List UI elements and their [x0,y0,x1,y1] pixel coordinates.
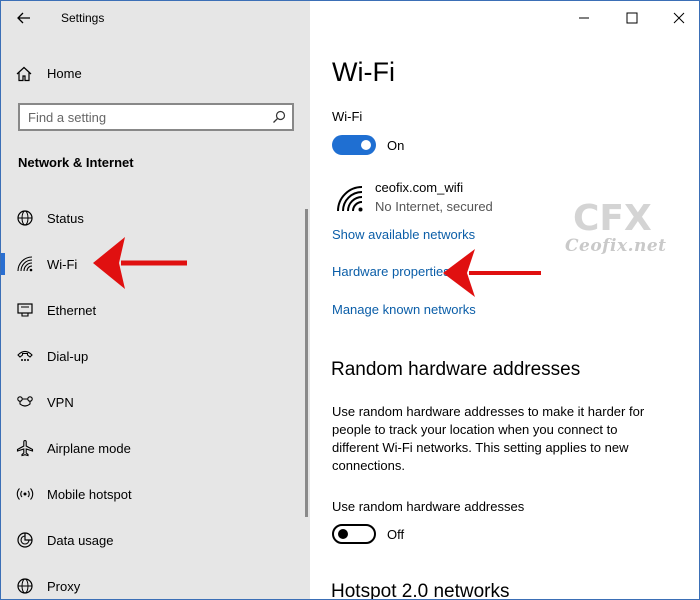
hotspot-heading: Hotspot 2.0 networks [331,581,510,600]
airplane-icon [16,439,34,457]
section-heading: Network & Internet [18,155,134,170]
wifi-signal-icon [337,186,363,212]
red-arrow-hardware-annotation [443,249,541,297]
settings-window: Settings Home Network & Internet Status [0,0,700,600]
random-hw-heading: Random hardware addresses [331,359,581,380]
sidebar-item-label: Mobile hotspot [47,487,132,502]
hardware-properties-link[interactable]: Hardware properties [332,264,450,279]
sidebar-item-label: Airplane mode [47,441,131,456]
sidebar-item-label: Ethernet [47,303,97,318]
show-available-networks-link[interactable]: Show available networks [332,227,475,242]
wifi-toggle-label: Wi-Fi [332,109,363,124]
sidebar-item-dialup[interactable]: Dial-up [1,339,301,373]
maximize-button[interactable] [614,5,650,31]
search-input[interactable] [28,108,258,126]
minimize-icon [579,17,589,19]
hotspot-icon [16,488,34,500]
data-usage-icon [17,532,33,548]
ethernet-icon [17,303,33,317]
main-content: Wi-Fi Wi-Fi On ceofix.com_wifi No Intern… [310,1,699,600]
watermark-text: Ceofix.net [565,236,667,256]
red-arrow-wifi-annotation [93,237,187,289]
back-arrow-icon [17,12,30,24]
maximize-icon [626,12,638,24]
watermark-logo-text: CFX [573,198,652,239]
sidebar-item-ethernet[interactable]: Ethernet [1,293,301,327]
manage-known-networks-link[interactable]: Manage known networks [332,302,476,317]
minimize-button[interactable] [566,5,602,31]
sidebar-item-proxy[interactable]: Proxy [1,569,301,599]
random-hw-toggle-label: Use random hardware addresses [332,499,525,514]
sidebar-item-label: VPN [47,395,74,410]
globe-icon [17,210,33,226]
sidebar-item-status[interactable]: Status [1,201,301,235]
random-hw-description: Use random hardware addresses to make it… [332,404,645,473]
window-title: Settings [61,11,105,25]
dialup-icon [17,350,33,361]
wifi-toggle[interactable] [332,135,376,155]
random-hw-toggle[interactable] [332,524,376,544]
sidebar-item-label: Proxy [47,579,81,594]
sidebar-item-label: Home [47,66,82,81]
close-icon [673,12,685,24]
network-name: ceofix.com_wifi [375,180,464,195]
wifi-toggle-state: On [387,138,405,153]
sidebar-item-airplane-mode[interactable]: Airplane mode [1,431,301,465]
network-status: No Internet, secured [375,199,493,214]
wifi-icon [17,256,33,272]
search-box[interactable] [18,103,294,131]
sidebar-scrollbar[interactable] [305,209,308,517]
toggle-knob [338,529,348,539]
home-icon [16,66,32,82]
vpn-icon [17,396,33,407]
sidebar-item-data-usage[interactable]: Data usage [1,523,301,557]
sidebar-item-label: Data usage [47,533,114,548]
back-button[interactable] [9,5,39,31]
sidebar-item-label: Dial-up [47,349,89,364]
sidebar-item-home[interactable]: Home [1,57,310,89]
sidebar-item-mobile-hotspot[interactable]: Mobile hotspot [1,477,301,511]
page-title: Wi-Fi [332,57,395,87]
sidebar-item-vpn[interactable]: VPN [1,385,301,419]
sidebar-item-label: Status [47,211,84,226]
toggle-knob [361,140,371,150]
active-indicator [1,253,5,275]
globe-icon [17,578,33,594]
random-hw-toggle-state: Off [387,527,405,542]
sidebar: Settings Home Network & Internet Status [1,1,310,599]
sidebar-item-label: Wi-Fi [47,257,78,272]
close-button[interactable] [661,5,697,31]
search-icon[interactable] [272,110,286,124]
